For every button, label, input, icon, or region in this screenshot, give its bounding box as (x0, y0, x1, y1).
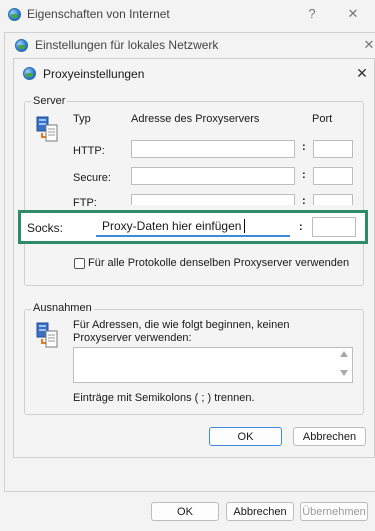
lan-settings-title: Einstellungen für lokales Netzwerk (35, 38, 219, 52)
column-type-header: Typ (73, 113, 91, 125)
close-button[interactable]: ✕ (342, 5, 364, 23)
proxy-cancel-button[interactable]: Abbrechen (293, 427, 366, 446)
lan-close-button[interactable]: ✕ (360, 36, 375, 54)
socks-label: Socks: (27, 221, 64, 235)
exceptions-description: Für Adressen, die wie folgt beginnen, ke… (73, 319, 290, 344)
http-address-input[interactable] (131, 140, 295, 158)
socks-colon: : (299, 221, 303, 233)
server-group-legend: Server (31, 95, 68, 107)
http-port-input[interactable] (313, 140, 353, 158)
http-label: HTTP: (73, 145, 105, 157)
ok-button[interactable]: OK (151, 502, 219, 521)
column-port-header: Port (312, 113, 333, 125)
same-proxy-label[interactable]: Für alle Protokolle denselben Proxyserve… (88, 257, 349, 269)
ftp-colon: : (302, 195, 306, 207)
http-colon: : (302, 141, 306, 153)
proxy-close-button[interactable]: ✕ (352, 64, 372, 82)
socks-port-input[interactable] (312, 217, 356, 237)
ftp-label: FTP: (73, 197, 97, 209)
server-icon (36, 116, 58, 142)
text-cursor (244, 219, 245, 233)
secure-label: Secure: (73, 172, 111, 184)
exceptions-textarea[interactable] (73, 347, 353, 383)
proxy-dialog-title: Proxyeinstellungen (43, 67, 145, 81)
same-proxy-checkbox[interactable] (74, 258, 85, 269)
secure-address-input[interactable] (131, 167, 295, 185)
exceptions-scroll-down-icon[interactable] (340, 370, 348, 376)
exceptions-hint: Einträge mit Semikolons ( ; ) trennen. (73, 392, 255, 404)
cancel-button[interactable]: Abbrechen (226, 502, 294, 521)
exceptions-scroll-up-icon[interactable] (340, 351, 348, 357)
proxy-dialog-icon (23, 67, 36, 80)
column-address-header: Adresse des Proxyservers (131, 113, 260, 125)
exceptions-group-legend: Ausnahmen (31, 302, 94, 314)
proxy-ok-button[interactable]: OK (209, 427, 282, 446)
secure-colon: : (302, 169, 306, 181)
exceptions-server-icon (36, 322, 58, 348)
internet-properties-title: Eigenschaften von Internet (27, 7, 170, 21)
ftp-address-input[interactable] (131, 194, 295, 205)
secure-port-input[interactable] (313, 167, 353, 185)
help-button[interactable]: ? (301, 5, 323, 23)
ftp-port-input[interactable] (313, 194, 353, 205)
internet-options-icon (8, 8, 21, 21)
socks-address-text: Proxy-Daten hier einfügen (102, 219, 242, 233)
lan-settings-icon (15, 39, 28, 52)
apply-button[interactable]: Übernehmen (300, 502, 368, 521)
socks-address-input[interactable]: Proxy-Daten hier einfügen (96, 217, 290, 237)
